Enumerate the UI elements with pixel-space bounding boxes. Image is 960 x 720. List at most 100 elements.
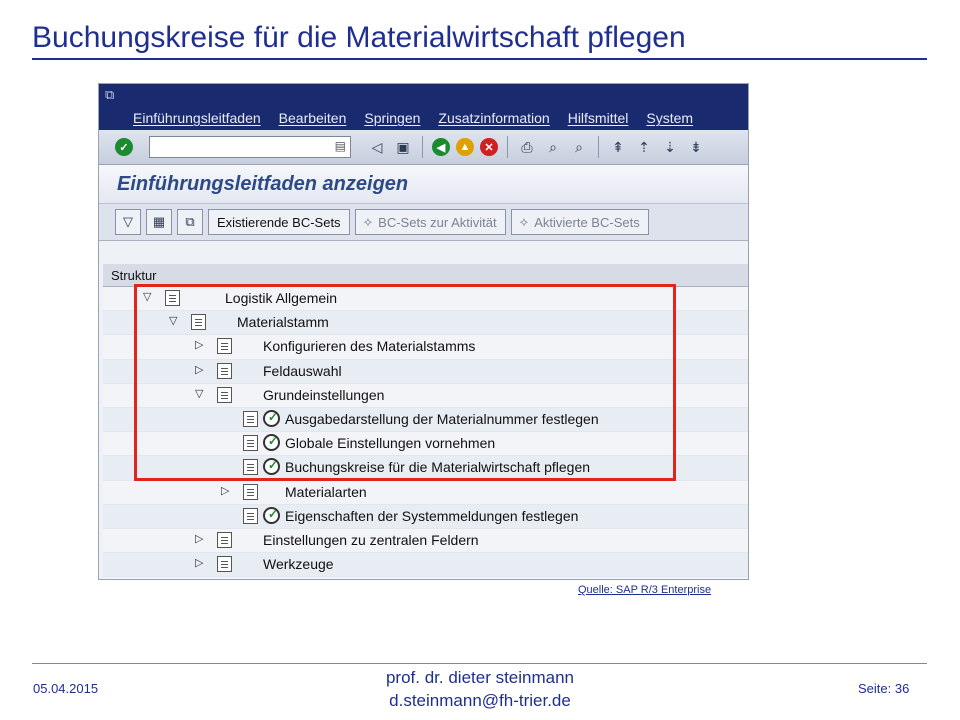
documentation-node-icon[interactable] [243, 435, 258, 452]
menu-item-bearbeiten[interactable]: Bearbeiten [279, 110, 347, 126]
menu-item-leitfaden[interactable]: Einführungsleitfaden [133, 110, 261, 126]
tree-row[interactable]: Buchungskreise für die Materialwirtschaf… [103, 456, 748, 481]
menu-item-springen[interactable]: Springen [364, 110, 420, 126]
tree-node-label[interactable]: Werkzeuge [263, 556, 334, 572]
footer-divider [32, 663, 927, 664]
collapsed-node-icon[interactable]: ▷ [221, 484, 229, 497]
documentation-node-icon[interactable] [191, 314, 206, 331]
release-notes-icon[interactable]: ⧉ [177, 209, 203, 235]
documentation-node-icon[interactable] [217, 338, 232, 355]
collapsed-node-icon[interactable]: ▷ [195, 532, 203, 545]
back-icon[interactable]: ◀ [432, 138, 450, 156]
collapsed-node-icon[interactable]: ▷ [195, 363, 203, 376]
documentation-node-icon[interactable] [217, 362, 232, 379]
structure-tree: Struktur ▽ Logistik Allgemein ▽ Materialsta… [103, 264, 748, 579]
tree-node-label[interactable]: Globale Einstellungen vornehmen [285, 435, 495, 451]
documentation-node-icon[interactable] [217, 386, 232, 403]
documentation-node-icon[interactable] [243, 483, 258, 500]
tree-row[interactable]: ▷ Feldauswahl [103, 359, 748, 384]
tree-row[interactable]: Eigenschaften der Systemmeldungen festle… [103, 504, 748, 529]
tree-node-label[interactable]: Grundeinstellungen [263, 387, 384, 403]
print-icon[interactable]: ⎙ [517, 137, 537, 157]
toolbar-separator [422, 136, 423, 158]
find-icon[interactable]: ⌕ [543, 137, 563, 157]
expanded-node-icon[interactable]: ▽ [143, 290, 151, 303]
bc-set-icon: ⟡ [363, 214, 373, 229]
next-page-icon[interactable]: ⇣ [660, 137, 680, 157]
activated-bc-sets-label: Aktivierte BC-Sets [534, 214, 640, 230]
tree-row[interactable]: ▷Formulare [103, 577, 748, 579]
tree-node-label[interactable]: Materialarten [285, 484, 367, 500]
bc-sets-activity-button[interactable]: ⟡ BC-Sets zur Aktivität [354, 209, 506, 235]
collapsed-node-icon[interactable]: ▷ [195, 556, 203, 569]
menu-item-zusatzinformation[interactable]: Zusatzinformation [438, 110, 549, 126]
bc-sets-activity-label: BC-Sets zur Aktivität [378, 214, 497, 230]
expanded-node-icon[interactable]: ▽ [195, 387, 203, 400]
source-link[interactable]: Quelle: SAP R/3 Enterprise [578, 584, 711, 596]
collapsed-node-icon[interactable]: ▷ [195, 338, 203, 351]
documentation-node-icon[interactable] [243, 459, 258, 476]
documentation-node-icon[interactable] [217, 531, 232, 548]
tree-node-label[interactable]: Feldauswahl [263, 363, 342, 379]
tree-row[interactable]: ▽ Logistik Allgemein [103, 287, 748, 312]
documentation-node-icon[interactable] [243, 410, 258, 427]
menu-item-system[interactable]: System [646, 110, 693, 126]
footer-date: 05.04.2015 [33, 681, 99, 696]
sap-screenshot: ⧉ Einführungsleitfaden Bearbeiten Spring… [98, 83, 749, 580]
slide-title: Buchungskreise für die Materialwirtschaf… [32, 18, 927, 60]
command-field[interactable]: ▤ [149, 136, 351, 158]
tree-node-label[interactable]: Logistik Allgemein [225, 290, 337, 306]
activated-bc-sets-button[interactable]: ⟡ Aktivierte BC-Sets [510, 209, 649, 235]
screen-title: Einführungsleitfaden anzeigen [99, 165, 748, 204]
find-next-icon[interactable]: ⌕ [569, 137, 589, 157]
tree-row[interactable]: ▷ Einstellungen zu zentralen Feldern [103, 529, 748, 554]
tree-node-label[interactable]: Eigenschaften der Systemmeldungen festle… [285, 508, 578, 524]
existing-bc-sets-button[interactable]: Existierende BC-Sets [208, 209, 350, 235]
execute-activity-icon[interactable] [263, 506, 280, 524]
tree-row[interactable]: ▷ Konfigurieren des Materialstamms [103, 335, 748, 360]
first-page-icon[interactable]: ⇞ [608, 137, 628, 157]
execute-activity-icon[interactable] [263, 434, 280, 452]
menu-item-hilfsmittel[interactable]: Hilfsmittel [568, 110, 629, 126]
footer-page-number: Seite: 36 [858, 681, 910, 696]
previous-page-icon[interactable]: ⇡ [634, 137, 654, 157]
tree-row[interactable]: Ausgabedarstellung der Materialnummer fe… [103, 407, 748, 433]
previous-icon[interactable]: ◁ [367, 137, 387, 157]
sap-titlebar: ⧉ [99, 84, 748, 106]
tree-rows: ▽ Logistik Allgemein ▽ Materialstamm ▷ Konfig… [103, 287, 748, 579]
documentation-node-icon[interactable] [243, 507, 258, 524]
tree-row[interactable]: ▽ Materialstamm [103, 311, 748, 336]
command-history-icon[interactable]: ▤ [335, 139, 346, 153]
tree-node-label[interactable]: Konfigurieren des Materialstamms [263, 338, 475, 354]
toolbar-separator [507, 136, 508, 158]
enter-icon[interactable]: ✓ [115, 138, 133, 156]
toolbar-separator [598, 136, 599, 158]
tree-row[interactable]: Globale Einstellungen vornehmen [103, 432, 748, 457]
tree-node-label[interactable]: Einstellungen zu zentralen Feldern [263, 532, 479, 548]
tree-row[interactable]: ▷ Werkzeuge [103, 553, 748, 578]
exit-icon[interactable]: ▲ [456, 138, 474, 156]
tree-header: Struktur [103, 264, 748, 287]
last-page-icon[interactable]: ⇟ [686, 137, 706, 157]
tree-row[interactable]: ▷ Materialarten [103, 481, 748, 505]
tree-node-label[interactable]: Buchungskreise für die Materialwirtschaf… [285, 459, 590, 475]
bc-set-icon: ⟡ [519, 214, 529, 229]
footer-email: d.steinmann@fh-trier.de [389, 691, 571, 710]
collapse-icon[interactable]: ▽ [115, 209, 141, 235]
tree-node-label[interactable]: Materialstamm [237, 314, 329, 330]
documentation-node-icon[interactable] [217, 556, 232, 573]
footer-author: prof. dr. dieter steinmann [385, 668, 575, 687]
documentation-node-icon[interactable] [165, 290, 180, 306]
tree-row[interactable]: ▽ Grundeinstellungen [103, 384, 748, 408]
footer-author-block: prof. dr. dieter steinmann d.steinmann@f… [345, 666, 615, 712]
tree-node-label[interactable]: Ausgabedarstellung der Materialnummer fe… [285, 411, 599, 427]
application-toolbar: ▽ ▦ ⧉ Existierende BC-Sets ⟡ BC-Sets zur … [99, 204, 748, 241]
execute-activity-icon[interactable] [263, 458, 280, 476]
sap-menubar: Einführungsleitfaden Bearbeiten Springen… [99, 106, 748, 130]
save-icon[interactable]: ▣ [393, 137, 413, 157]
expanded-node-icon[interactable]: ▽ [169, 314, 177, 327]
window-menu-icon[interactable]: ⧉ [105, 87, 114, 103]
documentation-icon[interactable]: ▦ [146, 209, 172, 235]
execute-activity-icon[interactable] [263, 409, 280, 427]
cancel-icon[interactable]: ✕ [480, 138, 498, 156]
